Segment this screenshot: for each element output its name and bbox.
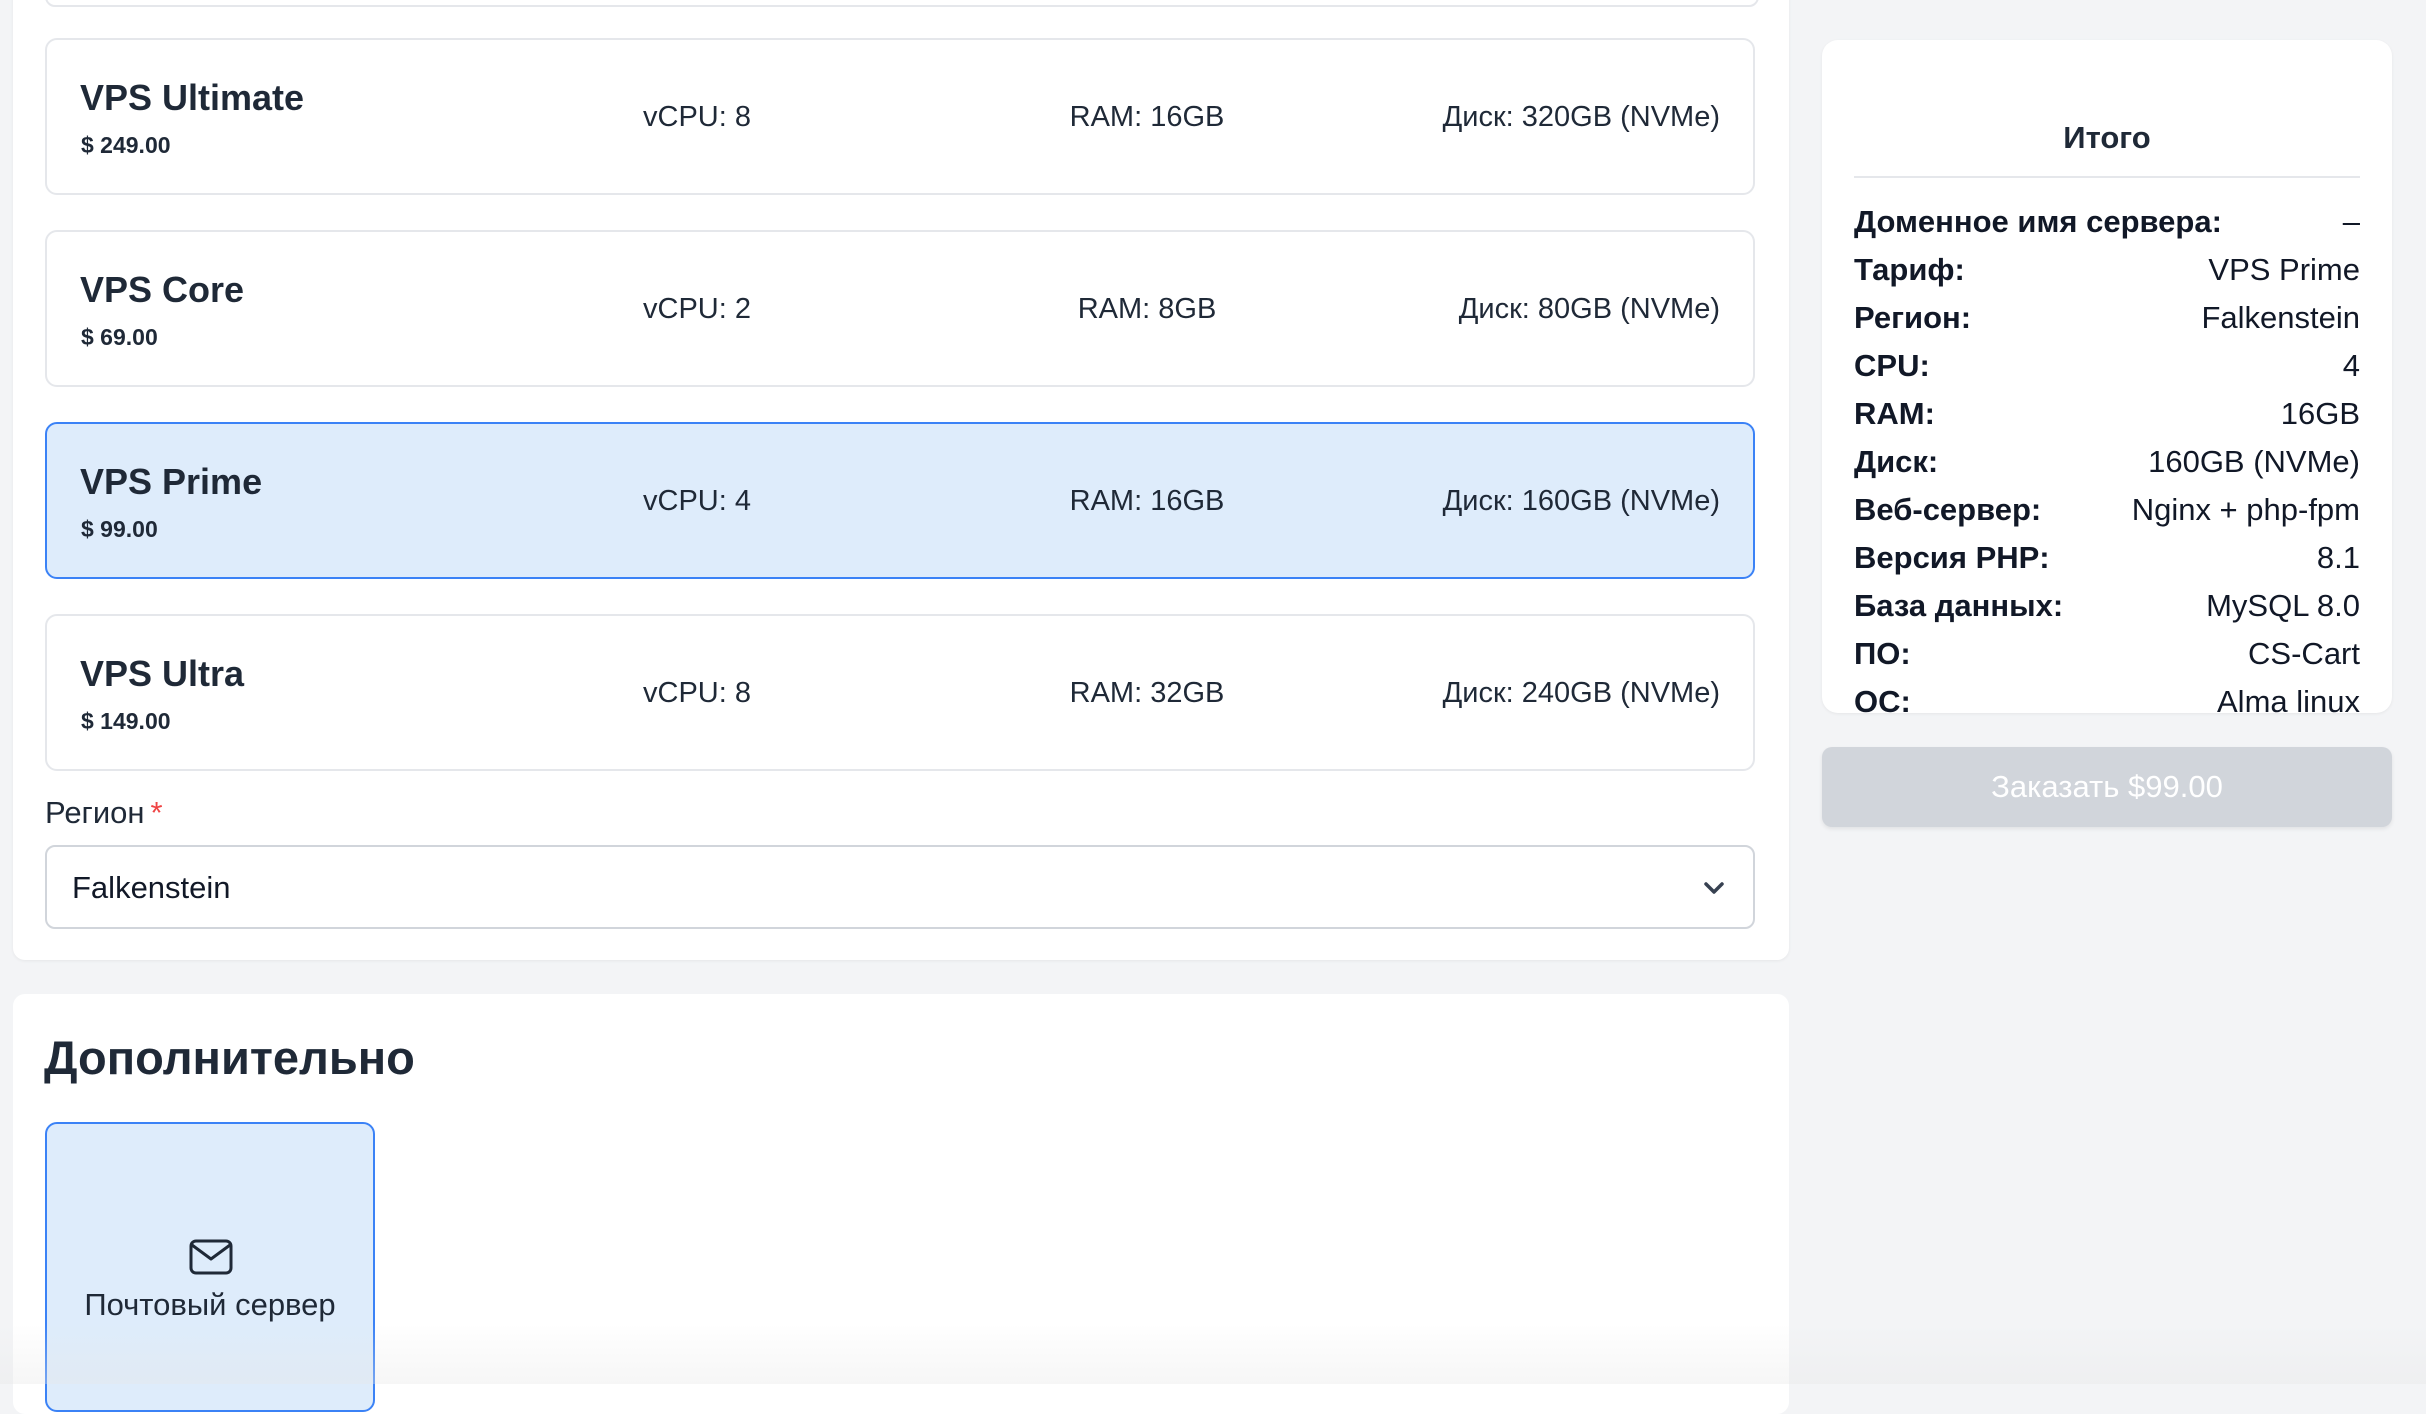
plan-ram: RAM: 8GB [1077, 293, 1217, 325]
summary-divider [1854, 176, 2360, 178]
summary-row-domain: Доменное имя сервера: – [1854, 198, 2360, 246]
summary-rows: Доменное имя сервера: – Тариф: VPS Prime Р… [1854, 198, 2360, 726]
summary-value: Nginx + php-fpm [2131, 492, 2360, 527]
order-button[interactable]: Заказать $99.00 [1822, 747, 2392, 827]
plan-disk: Диск: 80GB (NVMe) [1458, 293, 1720, 325]
extras-title: Дополнительно [44, 1031, 415, 1084]
plan-price: $ 69.00 [81, 324, 158, 350]
summary-key: ПО: [1854, 636, 1911, 671]
plan-cpu: vCPU: 4 [643, 485, 751, 517]
plan-card-vps-ultimate[interactable]: VPS Ultimate $ 249.00 vCPU: 8 RAM: 16GB … [45, 38, 1755, 195]
plan-name: VPS Ultimate [80, 77, 305, 118]
summary-value: Falkenstein [2201, 300, 2360, 335]
region-label: Регион * [45, 795, 163, 831]
summary-key: Доменное имя сервера: [1854, 204, 2222, 239]
plan-cpu: vCPU: 8 [643, 101, 751, 133]
summary-title: Итого [2063, 120, 2151, 155]
plan-disk: Диск: 160GB (NVMe) [1442, 485, 1720, 517]
summary-row-cpu: CPU: 4 [1854, 342, 2360, 390]
region-select-value: Falkenstein [72, 870, 231, 905]
summary-row-webserver: Веб-сервер: Nginx + php-fpm [1854, 486, 2360, 534]
plan-card-partial[interactable] [45, 0, 1759, 7]
addon-label: Почтовый сервер [84, 1287, 336, 1322]
plan-card-vps-prime[interactable]: VPS Prime $ 99.00 vCPU: 4 RAM: 16GB Диск… [45, 422, 1755, 579]
plan-card-vps-core[interactable]: VPS Core $ 69.00 vCPU: 2 RAM: 8GB Диск: … [45, 230, 1755, 387]
plan-price: $ 149.00 [81, 708, 171, 734]
plan-ram: RAM: 16GB [1069, 485, 1225, 517]
plan-ram: RAM: 16GB [1069, 101, 1225, 133]
required-mark: * [150, 795, 163, 830]
summary-key: Регион: [1854, 300, 1972, 335]
summary-key: ОС: [1854, 684, 1911, 719]
plan-name: VPS Ultra [80, 653, 245, 694]
mail-icon [189, 1239, 233, 1275]
summary-row-disk: Диск: 160GB (NVMe) [1854, 438, 2360, 486]
summary-value: 16GB [2280, 396, 2360, 431]
summary-value: Alma linux [2217, 684, 2360, 719]
summary-value: 160GB (NVMe) [2148, 444, 2360, 479]
summary-key: Тариф: [1854, 252, 1965, 287]
summary-key: RAM: [1854, 396, 1935, 431]
plan-price: $ 249.00 [81, 132, 171, 158]
summary-row-php: Версия PHP: 8.1 [1854, 534, 2360, 582]
plan-price: $ 99.00 [81, 516, 158, 542]
summary-key: CPU: [1854, 348, 1930, 383]
summary-key: Диск: [1854, 444, 1939, 479]
plan-card-vps-ultra[interactable]: VPS Ultra $ 149.00 vCPU: 8 RAM: 32GB Дис… [45, 614, 1755, 771]
summary-value: MySQL 8.0 [2206, 588, 2360, 623]
plan-name: VPS Core [80, 269, 245, 310]
summary-value: 4 [2342, 348, 2360, 383]
region-label-text: Регион [45, 795, 145, 830]
summary-row-database: База данных: MySQL 8.0 [1854, 582, 2360, 630]
plan-disk: Диск: 240GB (NVMe) [1442, 677, 1720, 709]
summary-row-region: Регион: Falkenstein [1854, 294, 2360, 342]
summary-value: – [2342, 204, 2360, 239]
summary-value: VPS Prime [2208, 252, 2360, 287]
chevron-down-icon [1704, 882, 1724, 894]
plan-cpu: vCPU: 8 [643, 677, 751, 709]
summary-key: Версия PHP: [1854, 540, 2050, 575]
summary-row-plan: Тариф: VPS Prime [1854, 246, 2360, 294]
summary-key: База данных: [1854, 588, 2064, 623]
region-select[interactable]: Falkenstein [45, 845, 1755, 929]
plan-cpu: vCPU: 2 [643, 293, 751, 325]
addon-mail-server[interactable]: Почтовый сервер [45, 1122, 375, 1412]
summary-row-os: ОС: Alma linux [1854, 678, 2360, 726]
summary-key: Веб-сервер: [1854, 492, 2042, 527]
plan-ram: RAM: 32GB [1069, 677, 1225, 709]
plan-disk: Диск: 320GB (NVMe) [1442, 101, 1720, 133]
summary-value: 8.1 [2316, 540, 2360, 575]
summary-value: CS-Cart [2248, 636, 2360, 671]
summary-row-ram: RAM: 16GB [1854, 390, 2360, 438]
plan-name: VPS Prime [80, 461, 263, 502]
order-summary: Итого Доменное имя сервера: – Тариф: VPS P… [1822, 40, 2392, 719]
summary-row-software: ПО: CS-Cart [1854, 630, 2360, 678]
